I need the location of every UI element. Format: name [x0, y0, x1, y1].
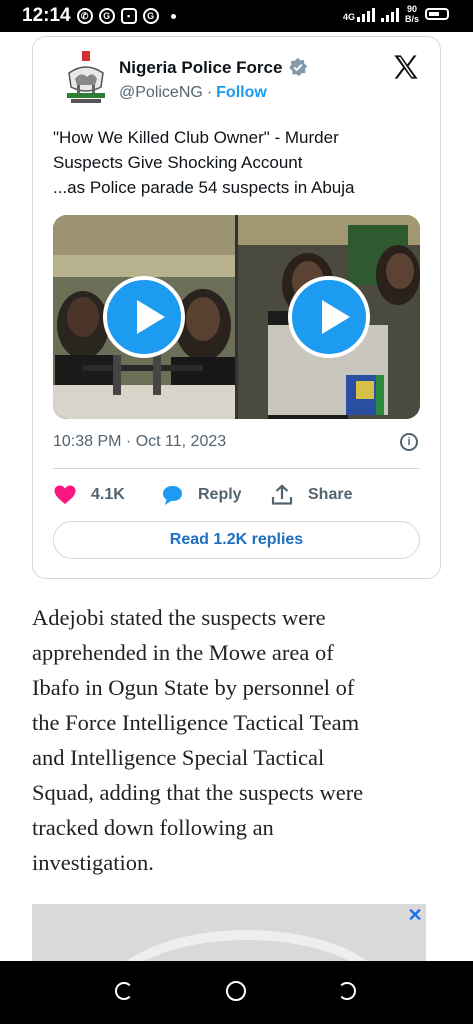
tweet-text-line: ...as Police parade 54 suspects in Abuja — [53, 178, 355, 197]
police-logo-avatar[interactable] — [57, 49, 115, 107]
article-line: Squad, adding that the suspects were — [32, 780, 364, 805]
sync-icon: G — [142, 8, 159, 24]
like-count: 4.1K — [91, 486, 125, 503]
verified-badge-icon — [289, 57, 308, 77]
signal-icon-2 — [380, 6, 399, 22]
heart-icon — [54, 485, 76, 504]
embedded-tweet[interactable]: Nigeria Police Force @PoliceNG · Follow "H… — [32, 36, 441, 579]
advertisement-banner[interactable] — [32, 904, 426, 962]
author-handle-row: @PoliceNG · Follow — [119, 84, 267, 102]
reply-button[interactable]: Reply — [160, 483, 242, 507]
divider — [53, 468, 420, 469]
article-line: Ibafo in Ogun State by personnel of — [32, 675, 355, 700]
recents-icon[interactable] — [338, 982, 356, 1000]
article-line: apprehended in the Mowe area of — [32, 640, 334, 665]
share-label: Share — [308, 486, 353, 503]
tweet-text-line: Suspects Give Shocking Account — [53, 153, 303, 172]
tweet-timestamp[interactable]: 10:38 PM · Oct 11, 2023 — [53, 433, 226, 451]
video-thumbnail-1[interactable] — [53, 215, 235, 419]
notification-icons: ✆ G ▪ G — [76, 8, 176, 24]
share-icon — [271, 484, 293, 505]
article-line: the Force Intelligence Tactical Team — [32, 710, 360, 735]
article-line: Adejobi stated the suspects were — [32, 605, 326, 630]
read-replies-button[interactable]: Read 1.2K replies — [53, 521, 420, 559]
reply-bubble-icon — [163, 486, 182, 505]
whatsapp-icon: ✆ — [76, 8, 93, 24]
reply-label: Reply — [198, 486, 242, 503]
tweet-media[interactable] — [53, 215, 420, 419]
sync-icon: G — [98, 8, 115, 24]
tweet-text: "How We Killed Club Owner" - Murder Susp… — [53, 125, 423, 200]
like-button[interactable]: 4.1K — [53, 483, 125, 507]
author-handle[interactable]: @PoliceNG — [119, 84, 203, 101]
article-line: investigation. — [32, 850, 154, 875]
play-button-icon[interactable] — [288, 276, 370, 358]
system-nav-bar — [0, 961, 473, 1024]
share-button[interactable]: Share — [270, 483, 352, 507]
author-name[interactable]: Nigeria Police Force — [119, 58, 282, 78]
ad-close-icon[interactable]: ✕ — [406, 906, 424, 924]
article-line: and Intelligence Special Tactical — [32, 745, 325, 770]
status-bar: 12:14 ✆ G ▪ G 4G 90 B/s — [0, 0, 473, 32]
home-icon[interactable] — [226, 981, 246, 1001]
game-icon: ▪ — [120, 8, 137, 24]
x-logo-icon[interactable] — [392, 53, 420, 81]
tweet-actions: 4.1K Reply Share — [53, 483, 423, 507]
signal-icon: 4G — [343, 6, 375, 22]
info-icon[interactable]: i — [400, 433, 418, 451]
play-button-icon[interactable] — [103, 276, 185, 358]
tweet-text-line: "How We Killed Club Owner" - Murder — [53, 128, 339, 147]
network-type: 4G — [342, 12, 355, 22]
net-speed: 90 B/s — [404, 4, 419, 24]
battery-icon — [425, 8, 449, 20]
back-icon[interactable] — [115, 982, 133, 1000]
article-line: tracked down following an — [32, 815, 274, 840]
follow-link[interactable]: Follow — [216, 84, 267, 101]
more-notifications-dot — [170, 13, 176, 19]
system-indicators: 4G 90 B/s — [343, 4, 449, 24]
video-thumbnail-2[interactable] — [238, 215, 420, 419]
separator: · — [206, 84, 213, 101]
article-paragraph: Adejobi stated the suspects were apprehe… — [32, 600, 447, 880]
status-time: 12:14 — [22, 5, 71, 26]
